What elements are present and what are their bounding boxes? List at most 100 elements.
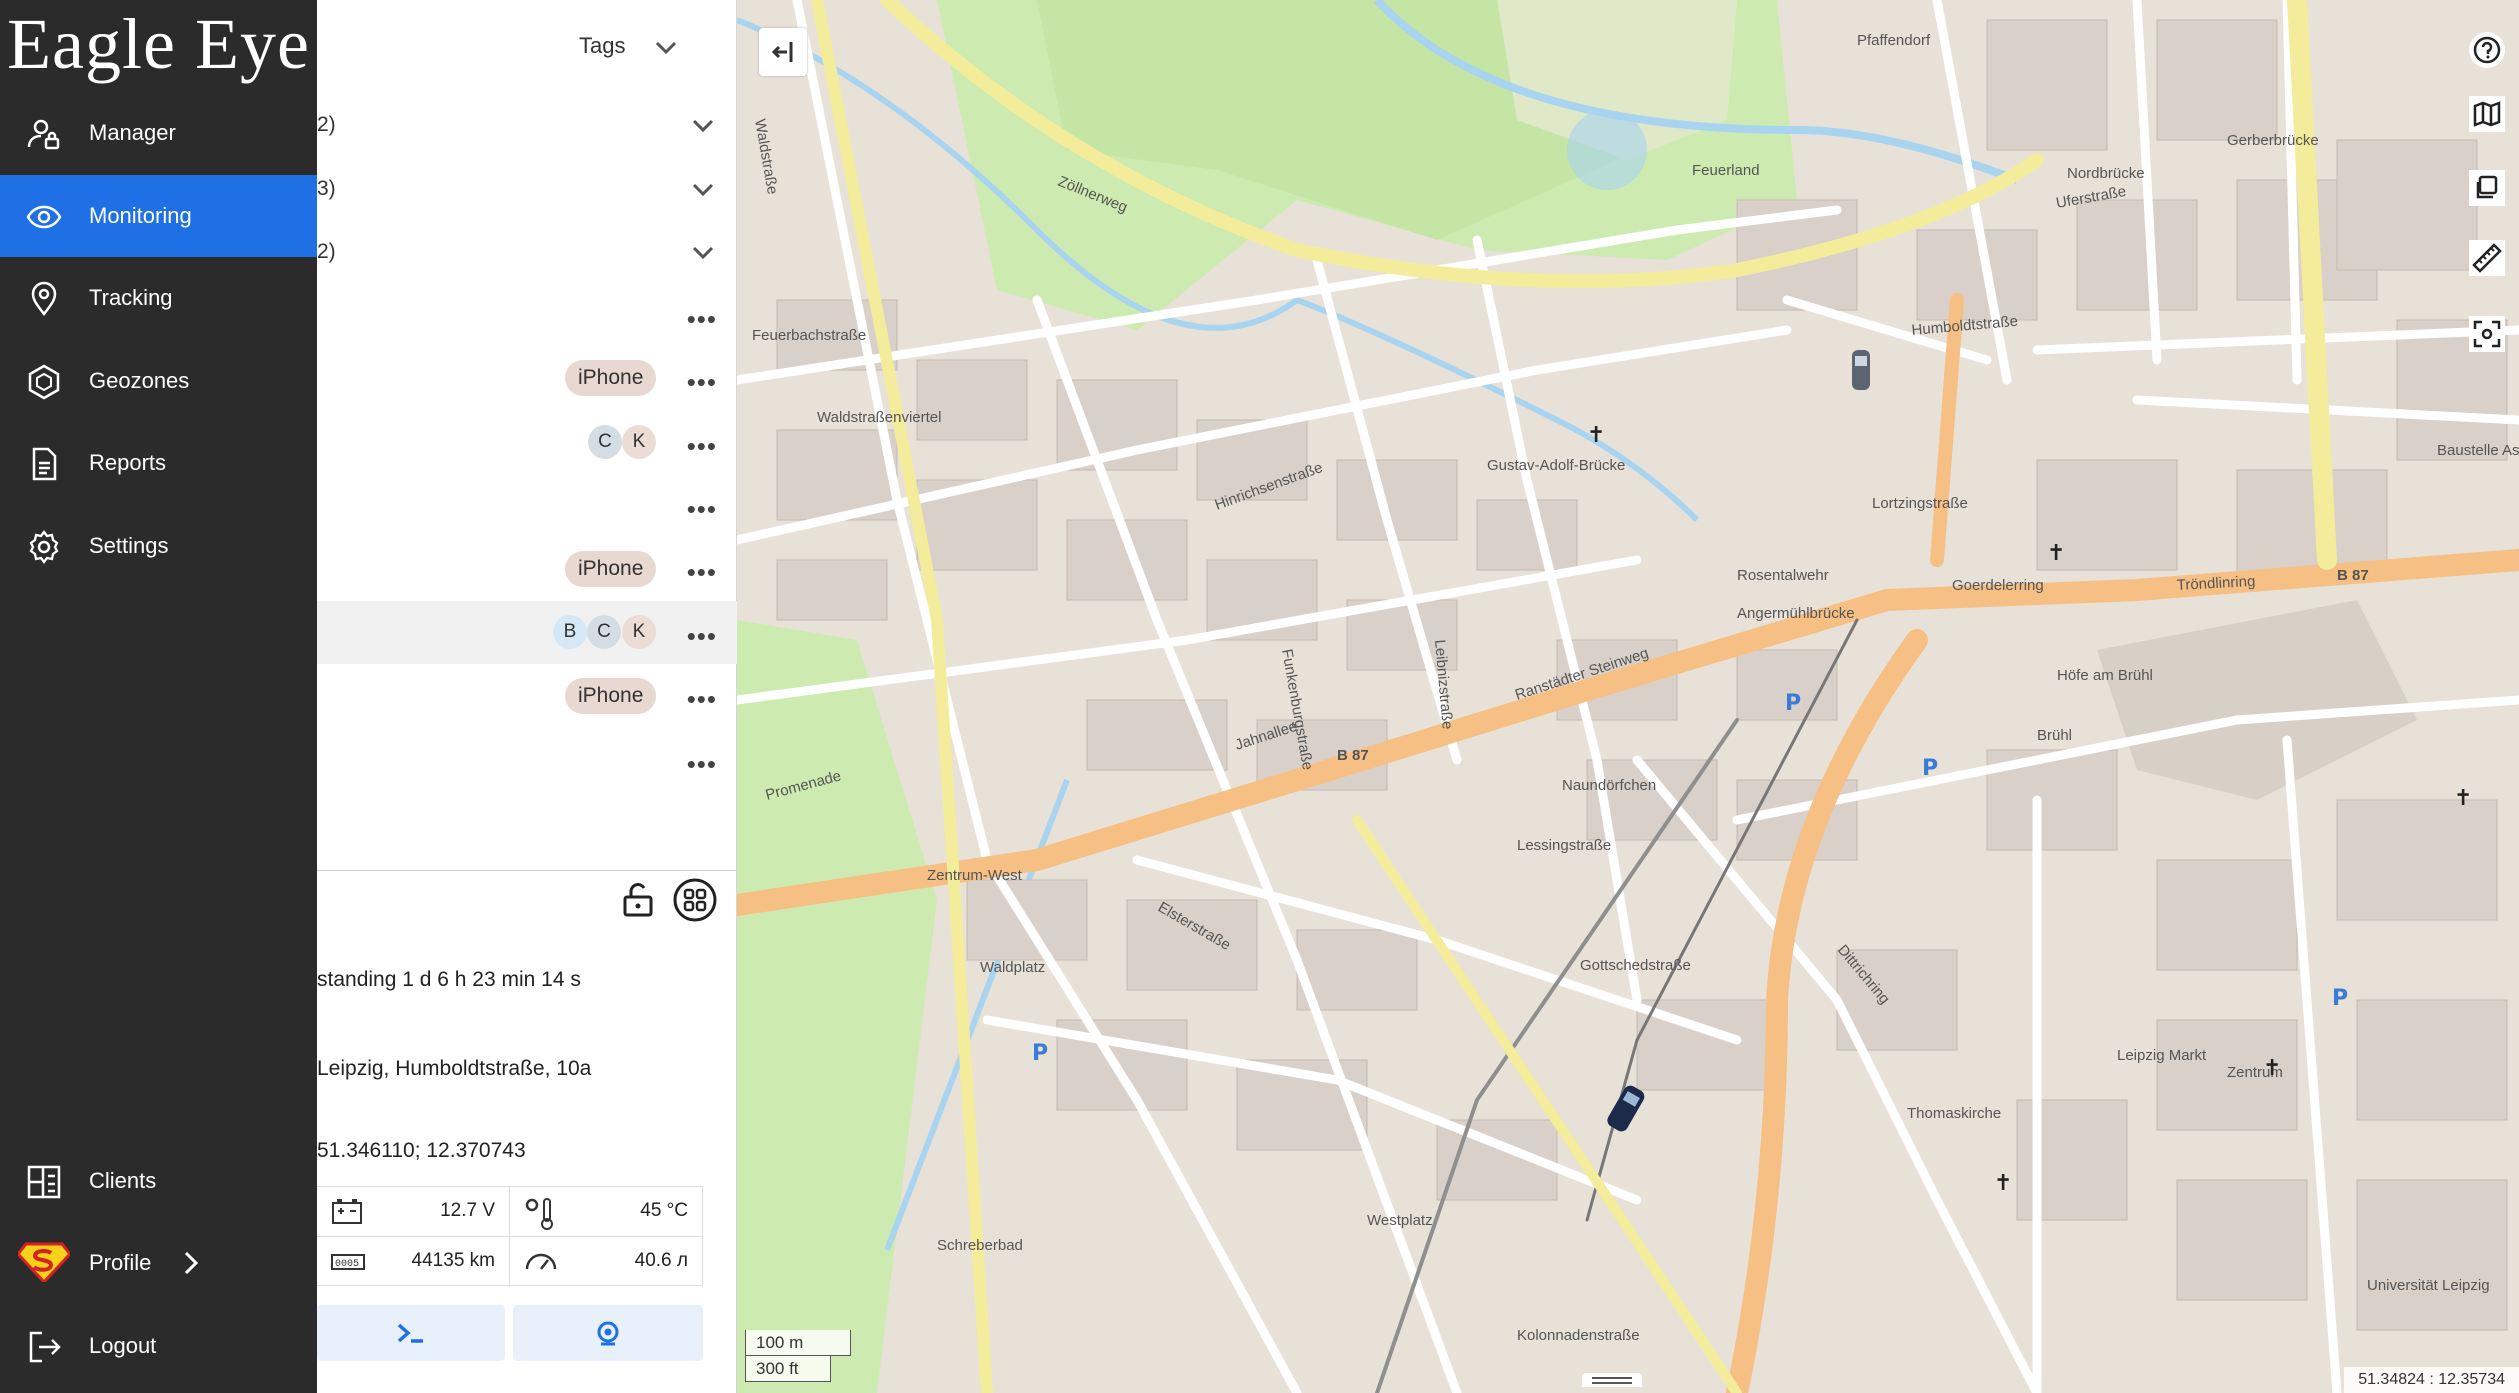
object-row[interactable]: iPhone •••: [317, 537, 737, 600]
panel-divider: [317, 870, 737, 871]
collapse-left-icon: [771, 42, 793, 62]
vehicle-marker-selected[interactable]: [1605, 1083, 1647, 1134]
more-options-icon[interactable]: •••: [687, 369, 717, 395]
nav-label-reports: Reports: [89, 450, 167, 475]
object-row[interactable]: iPhone •••: [317, 347, 737, 410]
ruler-icon: [2472, 243, 2502, 273]
terminal-command-button[interactable]: [317, 1305, 505, 1361]
more-options-icon[interactable]: •••: [687, 751, 717, 777]
map-label: Lessingstraße: [1517, 837, 1611, 854]
odometer-value: 44135 km: [411, 1250, 495, 1271]
more-options-icon[interactable]: •••: [687, 623, 717, 649]
map-view[interactable]: Zöllnerweg Waldstraßenviertel Gustav-Ado…: [737, 0, 2519, 1393]
more-options-icon[interactable]: •••: [687, 496, 717, 522]
nav-label-settings: Settings: [89, 533, 169, 558]
focus-frame-icon: [2473, 320, 2501, 348]
odometer-icon: 0005: [331, 1254, 365, 1270]
nav-item-clients[interactable]: Clients: [0, 1140, 317, 1222]
drag-handle-icon: [1592, 1377, 1632, 1384]
nav-label-monitoring: Monitoring: [89, 203, 192, 228]
object-row[interactable]: •••: [317, 474, 737, 537]
user-lock-icon: [27, 119, 60, 150]
gauge-icon: [525, 1253, 557, 1270]
ruler-button[interactable]: [2469, 240, 2505, 276]
map-label: Waldstraßenviertel: [817, 409, 941, 426]
battery-voltage-cell: 12.7 V: [317, 1187, 510, 1237]
object-row[interactable]: iPhone •••: [317, 664, 737, 727]
parking-icon: P: [1032, 1041, 1048, 1066]
nav-item-monitoring[interactable]: Monitoring: [0, 175, 317, 257]
nav-label-geozones: Geozones: [89, 368, 190, 393]
group-header[interactable]: 3): [317, 177, 336, 201]
fuel-value: 40.6 л: [634, 1250, 688, 1271]
more-options-icon[interactable]: •••: [687, 433, 717, 459]
map-scale: 100 m 300 ft: [745, 1330, 851, 1382]
more-options-icon[interactable]: •••: [687, 686, 717, 712]
more-options-icon[interactable]: •••: [687, 306, 717, 332]
map-label: Kolonnadenstraße: [1517, 1327, 1640, 1344]
nav-item-manager[interactable]: Manager: [0, 92, 317, 174]
map-label: Gottschedstraße: [1580, 957, 1691, 974]
temperature-value: 45 °C: [640, 1200, 688, 1221]
drawer-handle[interactable]: [1582, 1373, 1642, 1387]
odometer-cell: 0005 44135 km: [317, 1237, 510, 1287]
nav-item-profile[interactable]: Profile: [0, 1222, 317, 1304]
parking-icon: P: [2332, 986, 2348, 1011]
scale-metric: 100 m: [745, 1330, 851, 1356]
map-label: Feuerbachstraße: [752, 327, 866, 344]
widgets-grid-icon[interactable]: [673, 878, 717, 922]
group-header[interactable]: 2): [317, 113, 336, 137]
chevron-down-icon[interactable]: [691, 118, 715, 134]
church-icon: ✝: [2047, 541, 2065, 566]
layers-copy-icon: [2476, 175, 2498, 199]
camera-button[interactable]: [513, 1305, 703, 1361]
copy-layer-button[interactable]: [2469, 170, 2505, 206]
help-button[interactable]: [2469, 32, 2505, 68]
object-row[interactable]: C K •••: [317, 411, 737, 474]
nav-item-reports[interactable]: Reports: [0, 422, 317, 504]
chevron-down-icon[interactable]: [654, 40, 678, 56]
temperature-cell: 45 °C: [510, 1187, 703, 1237]
engine-temperature-icon: [525, 1198, 553, 1230]
tags-filter[interactable]: Tags: [579, 33, 625, 59]
battery-icon: [332, 1199, 362, 1224]
nav-item-tracking[interactable]: Tracking: [0, 257, 317, 339]
map-label: Waldstraße: [751, 118, 781, 196]
metrics-grid: 12.7 V 45 °C 0005 44135 km 40.6 л: [317, 1186, 703, 1287]
collapse-panel-button[interactable]: [759, 28, 807, 76]
map-tiles[interactable]: Zöllnerweg Waldstraßenviertel Gustav-Ado…: [737, 0, 2519, 1393]
nav-item-logout[interactable]: Logout: [0, 1305, 317, 1387]
superman-avatar-icon: [18, 1242, 70, 1282]
parking-icon: P: [1922, 756, 1938, 781]
unlock-icon[interactable]: [622, 882, 656, 918]
chevron-down-icon[interactable]: [691, 245, 715, 261]
map-label: Feuerland: [1692, 162, 1760, 179]
cursor-coordinates: 51.34824 : 12.35734: [2344, 1367, 2519, 1393]
logout-icon: [29, 1331, 61, 1363]
map-pin-icon: [31, 281, 57, 317]
more-options-icon[interactable]: •••: [687, 559, 717, 585]
fit-bounds-button[interactable]: [2469, 316, 2505, 352]
chevron-down-icon[interactable]: [691, 182, 715, 198]
group-header[interactable]: 2): [317, 240, 336, 264]
object-row[interactable]: •••: [317, 727, 737, 790]
object-row[interactable]: •••: [317, 284, 737, 347]
church-icon: ✝: [1587, 423, 1605, 448]
object-row-selected[interactable]: B C K •••: [317, 601, 737, 664]
map-label: Leipzig Markt: [2117, 1047, 2207, 1064]
terminal-icon: [397, 1323, 423, 1343]
status-duration: standing 1 d 6 h 23 min 14 s: [317, 968, 581, 991]
nav-item-geozones[interactable]: Geozones: [0, 340, 317, 422]
nav-item-settings[interactable]: Settings: [0, 505, 317, 587]
map-label: Zentrum-West: [927, 867, 1023, 884]
map-label: Naundörfchen: [1562, 777, 1656, 794]
vehicle-marker[interactable]: [1852, 350, 1870, 390]
church-icon: ✝: [2263, 1056, 2281, 1081]
map-layers-button[interactable]: [2469, 96, 2505, 132]
document-icon: [32, 447, 57, 481]
sidebar-nav: Eagle Eye Manager Monitoring Tracking Ge…: [0, 0, 317, 1393]
user-avatar: C: [587, 615, 621, 649]
map-label: Schreberbad: [937, 1237, 1023, 1254]
map-label: Lortzingstraße: [1872, 495, 1968, 512]
gear-icon: [29, 530, 59, 564]
